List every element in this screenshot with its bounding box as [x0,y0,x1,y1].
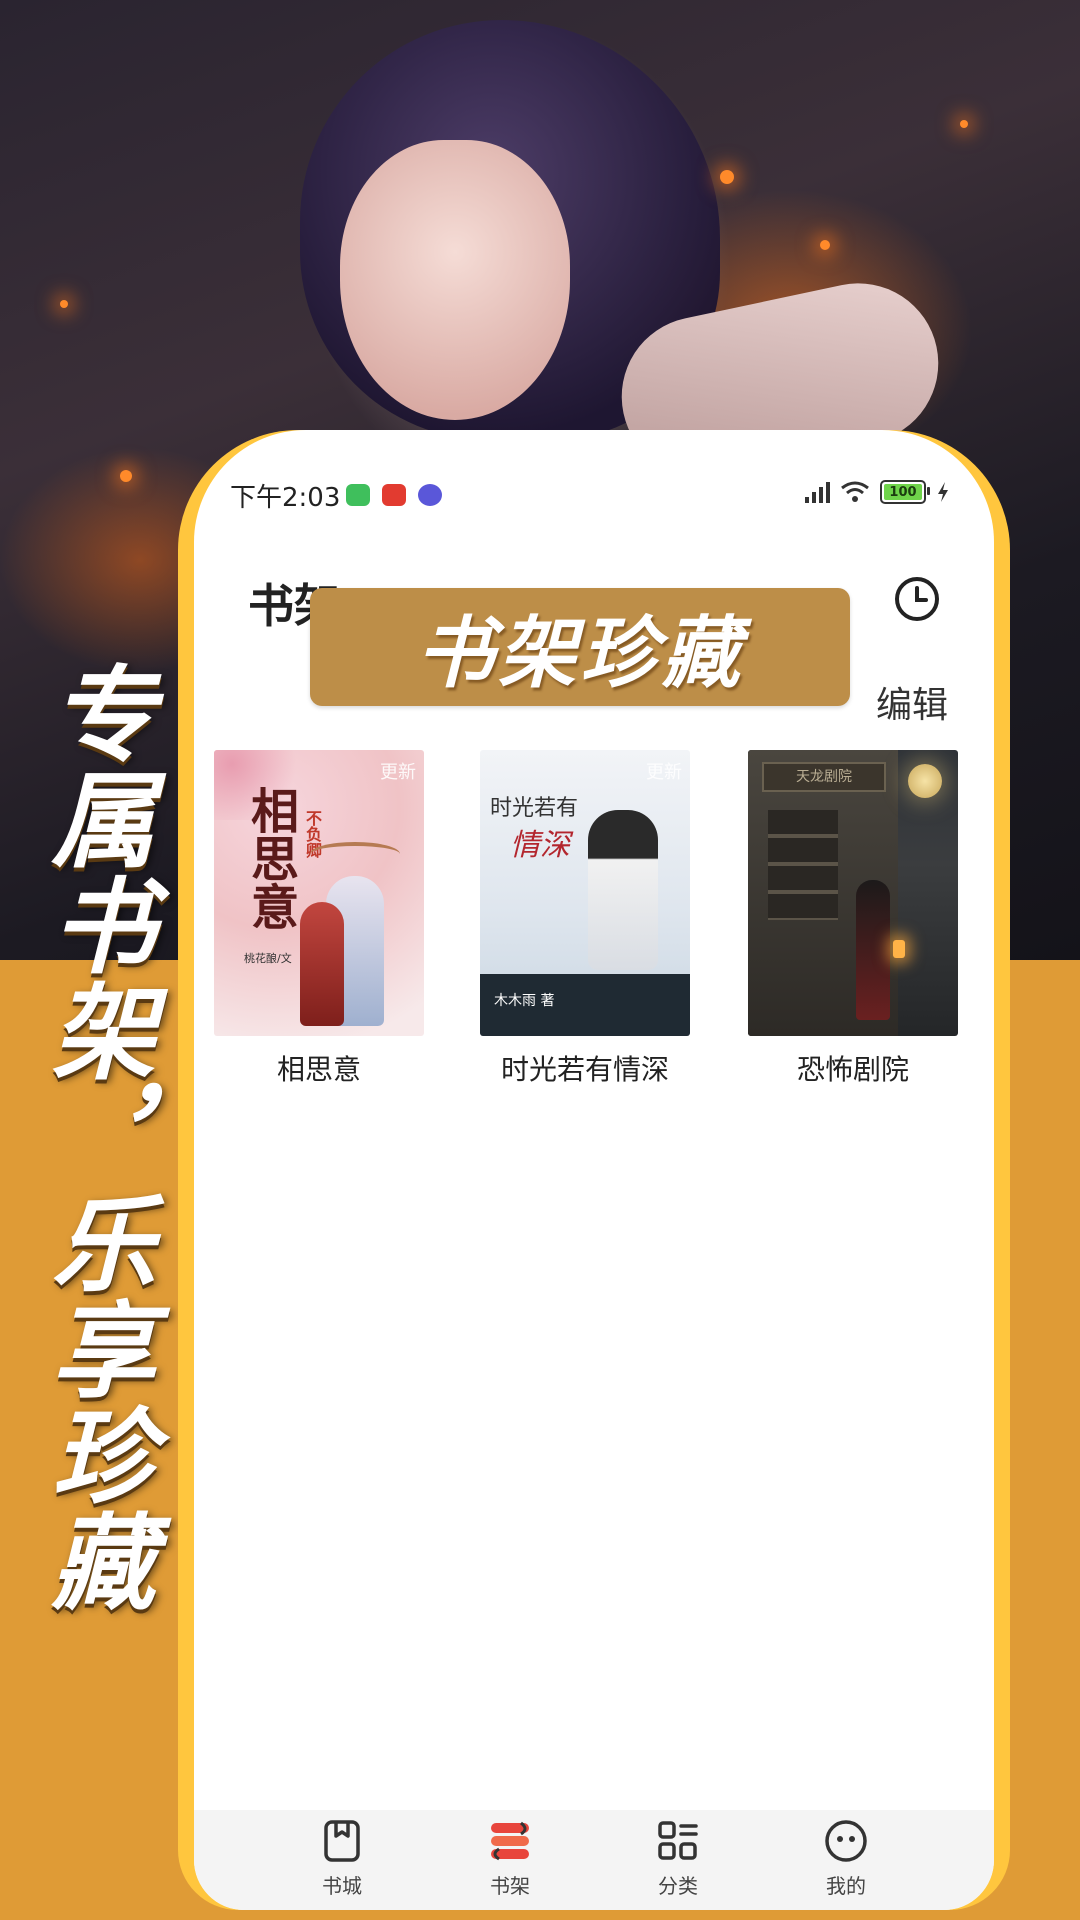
book-title: 相思意 [276,1053,361,1086]
character-face [340,140,570,420]
browser-notification-icon [418,484,442,506]
status-bar: 下午2:03 100 [194,470,994,520]
promo-banner: 书架珍藏 [310,588,850,706]
book-title: 时光若有情深 [500,1053,669,1086]
bottom-navigation: 书城 书架 分类 我的 [194,1810,994,1910]
phone-frame: 下午2:03 100 书架 书架珍藏 编辑 相思意 不负卿 桃花酿/文 更新 相… [178,430,1010,1910]
banner-text: 书架珍藏 [415,608,744,699]
book-title: 恐怖剧院 [796,1053,909,1086]
status-time: 下午2:03 [230,482,341,513]
bookstore-icon [324,1820,360,1862]
edit-button[interactable]: 编辑 [876,676,948,728]
book-item[interactable]: 天龙剧院 恐怖剧院 [748,750,958,1088]
ember-spark [960,120,968,128]
profile-icon [825,1820,867,1862]
status-icons: 100 [805,480,950,504]
ember-spark [820,240,830,250]
nav-item-bookstore[interactable]: 书城 [258,1810,426,1910]
book-item[interactable]: 相思意 不负卿 桃花酿/文 更新 相思意 [214,750,424,1088]
signal-icon [805,481,830,503]
category-icon [658,1821,698,1860]
nav-item-profile[interactable]: 我的 [762,1810,930,1910]
update-badge: 更新 [646,762,682,783]
clock-icon[interactable] [892,574,942,624]
phone-screen: 下午2:03 100 书架 书架珍藏 编辑 相思意 不负卿 桃花酿/文 更新 相… [194,430,994,1910]
bookshelf-icon [491,1821,529,1861]
nav-item-bookshelf[interactable]: 书架 [426,1810,594,1910]
book-cover[interactable]: 相思意 不负卿 桃花酿/文 更新 [214,750,424,1036]
app-notification-icon [346,484,370,506]
ember-spark [60,300,68,308]
ember-spark [720,170,734,184]
promo-slogan: 专属书架，乐享珍藏 [33,660,156,1614]
book-cover[interactable]: 时光若有 情深 木木雨 著 更新 [480,750,690,1036]
battery-icon: 100 [880,480,930,504]
update-badge: 更新 [380,762,416,783]
wifi-icon [841,481,869,502]
book-item[interactable]: 时光若有 情深 木木雨 著 更新 时光若有情深 [480,750,690,1088]
ember-spark [120,470,132,482]
book-cover[interactable]: 天龙剧院 [748,750,958,1036]
charging-icon [938,482,948,502]
news-notification-icon [382,484,406,506]
nav-item-category[interactable]: 分类 [594,1810,762,1910]
